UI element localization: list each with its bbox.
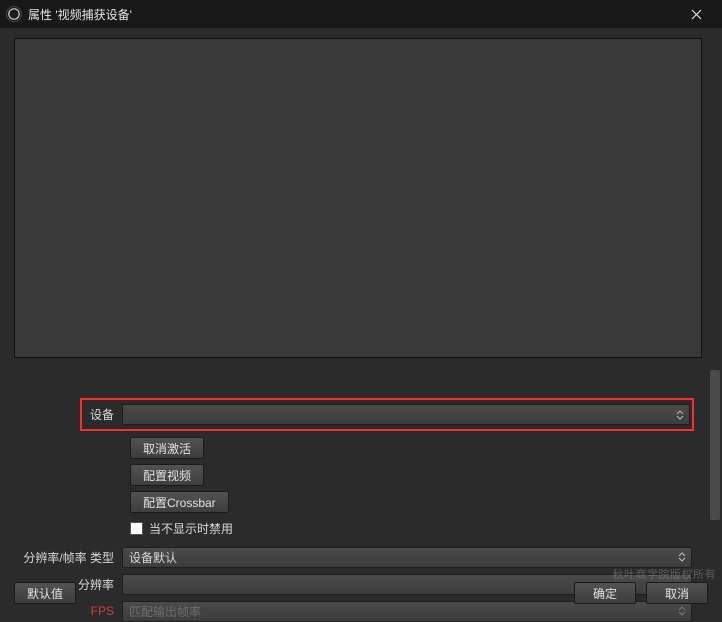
- scrollbar-thumb[interactable]: [710, 370, 720, 520]
- window-title: 属性 '视频捕获设备': [28, 6, 132, 23]
- cancel-button[interactable]: 取消: [646, 582, 708, 604]
- device-row-highlight: 设备: [80, 398, 694, 431]
- obs-logo-icon: [6, 6, 22, 22]
- res-fps-type-label: 分辨率/帧率 类型: [10, 549, 122, 566]
- preview-area: [14, 38, 702, 358]
- updown-icon: [673, 406, 687, 423]
- fps-label: FPS: [10, 604, 122, 618]
- dialog-footer: 默认值 确定 取消: [0, 580, 722, 606]
- deactivate-button[interactable]: 取消激活: [130, 437, 204, 459]
- config-crossbar-button[interactable]: 配置Crossbar: [130, 491, 229, 513]
- res-fps-type-select[interactable]: 设备默认: [122, 547, 692, 568]
- ok-button[interactable]: 确定: [574, 582, 636, 604]
- config-video-button[interactable]: 配置视频: [130, 464, 204, 486]
- res-fps-type-value: 设备默认: [129, 549, 177, 566]
- disable-when-hidden-checkbox[interactable]: [130, 522, 143, 535]
- device-select[interactable]: [122, 404, 690, 425]
- titlebar: 属性 '视频捕获设备': [0, 0, 722, 28]
- disable-when-hidden-label: 当不显示时禁用: [149, 520, 233, 537]
- vertical-scrollbar[interactable]: [708, 370, 722, 580]
- properties-form: 设备 取消激活 配置视频 配置Crossbar 当不显示时禁用 分辨率/帧率 类…: [10, 368, 712, 576]
- device-label: 设备: [82, 406, 122, 423]
- defaults-button[interactable]: 默认值: [14, 582, 76, 604]
- updown-icon: [675, 549, 689, 566]
- close-button[interactable]: [676, 0, 716, 28]
